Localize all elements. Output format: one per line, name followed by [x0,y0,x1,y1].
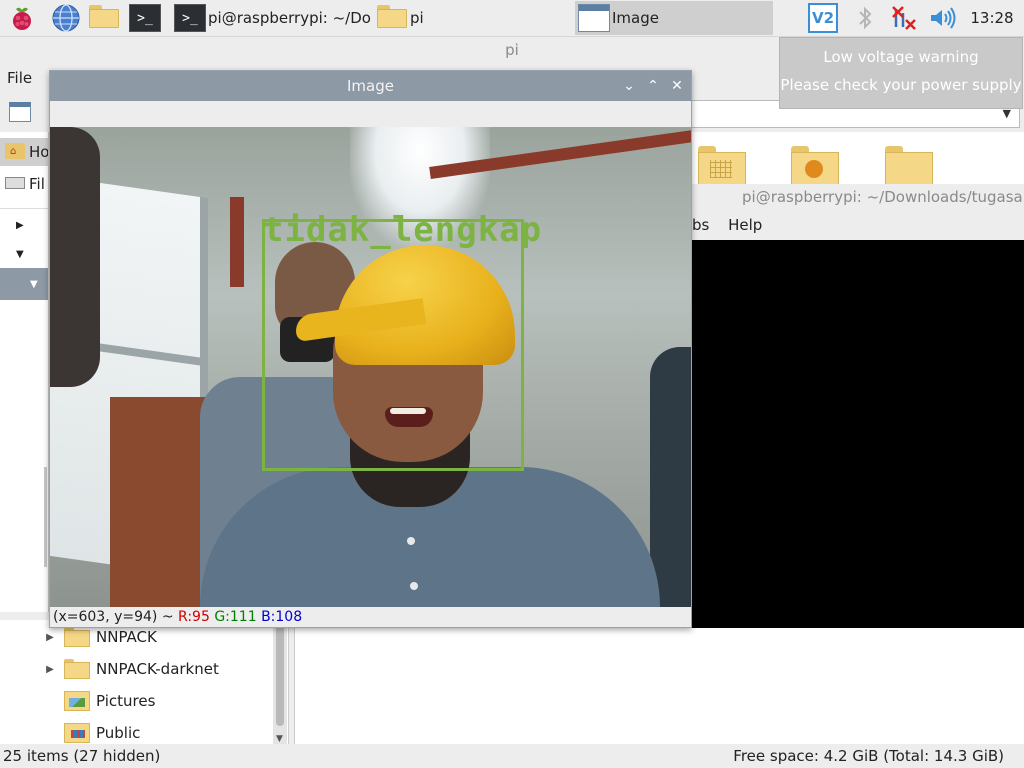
taskbar: >_ >_ pi@raspberrypi: ~/Do... pi Image V… [0,0,1024,37]
task-file-manager[interactable]: pi [376,1,572,35]
chevron-up-icon: ⌃ [647,78,659,94]
raspberry-menu-icon[interactable] [7,3,37,33]
vnc-tray-button[interactable]: V2 [805,1,841,35]
detection-bounding-box [262,219,524,471]
chevron-right-icon[interactable]: ▶ [16,220,24,231]
sidebar-item-label: Fil [29,175,45,193]
tree-item[interactable]: Pictures [0,686,272,716]
shirt-button [407,537,415,545]
terminal-title: pi@raspberrypi: ~/Downloads/tugasakh [692,184,1024,210]
chevron-right-icon[interactable]: ▶ [40,664,60,675]
menu-help[interactable]: Help [728,216,762,234]
sidebar-item-home[interactable]: ⌂ Ho [0,138,48,166]
image-status-bar: (x=603, y=94) ~ R:95 G:111 B:108 [53,609,302,625]
pixel-green-value: G:111 [214,609,257,625]
chevron-down-icon[interactable]: ▼ [276,734,283,744]
folder-icon [376,4,408,32]
chevron-right-icon[interactable]: ▶ [40,632,60,643]
terminal-icon: >_ [174,4,206,32]
image-window: Image ⌄ ⌃ ✕ tidak_lengkap (x=603, y=94) … [49,70,692,628]
public-folder-icon [64,723,90,743]
web-browser-icon[interactable] [51,3,81,33]
image-window-titlebar[interactable]: Image ⌄ ⌃ ✕ [50,71,691,101]
status-bar: 25 items (27 hidden) Free space: 4.2 GiB… [0,744,1024,768]
home-icon: ⌂ [5,143,25,159]
folder-icon[interactable] [885,146,933,184]
folder-icon[interactable] [791,146,839,184]
folder-icon[interactable] [698,146,746,184]
tree-item[interactable]: Public [0,718,272,744]
low-voltage-notification[interactable]: Low voltage warning Please check your po… [779,37,1023,109]
terminal-output[interactable] [692,240,1024,628]
red-pipe-vertical [230,197,244,287]
folder-icon [88,4,120,32]
sidebar-item-filesystem[interactable]: Fil [0,170,48,198]
directory-tree: ▶ NNPACK ▶ NNPACK-darknet Pictures Publi… [0,620,289,744]
drive-icon [5,177,25,189]
task-image-window[interactable]: Image [575,1,773,35]
places-sidebar: ⌂ Ho Fil ▶ ▼ ▼ [0,132,49,612]
tree-item-label: Pictures [96,692,156,710]
chevron-down-icon: ⌄ [623,78,635,94]
folder-icon [64,659,90,679]
close-button[interactable]: ✕ [668,77,686,95]
network-disconnected-icon[interactable] [889,3,919,33]
cursor-coordinates: (x=603, y=94) ~ [53,609,174,625]
close-icon: ✕ [671,78,683,94]
scrollbar-thumb[interactable] [276,624,284,726]
tree-item-label: NNPACK [96,628,157,646]
terminal-title-text: pi@raspberrypi: ~/Downloads/tugasakh [742,188,1024,206]
chevron-down-icon[interactable]: ▼ [30,279,38,290]
tree-row-selected[interactable]: ▼ [0,268,48,300]
terminal-launcher-button[interactable]: >_ [129,1,165,35]
chevron-down-icon[interactable]: ▼ [16,249,24,260]
tree-row[interactable]: ▶ [0,208,48,237]
menu-tabs[interactable]: bs [692,216,709,234]
camera-frame[interactable]: tidak_lengkap [50,127,691,607]
minimize-button[interactable]: ⌄ [620,77,638,95]
detection-label: tidak_lengkap [263,210,543,250]
person-right [650,347,691,607]
file-manager-icon[interactable] [88,1,124,35]
sidebar-item-label: Ho [29,143,48,161]
clock[interactable]: 13:28 [964,1,1020,35]
window-icon [578,4,610,32]
tree-item-label: Public [96,724,141,742]
pixel-blue-value: B:108 [261,609,303,625]
pictures-folder-icon [64,691,90,711]
pixel-red-value: R:95 [178,609,210,625]
new-window-icon[interactable] [9,102,31,122]
window-title: Image [347,77,394,95]
maximize-button[interactable]: ⌃ [644,77,662,95]
tree-item-label: NNPACK-darknet [96,660,219,678]
person-left [50,127,100,387]
free-space: Free space: 4.2 GiB (Total: 14.3 GiB) [733,747,1004,765]
terminal-icon: >_ [129,4,161,32]
tree-row[interactable]: ▼ [0,238,48,266]
volume-icon[interactable] [928,3,958,33]
terminal-menubar: bs Help [692,210,1024,240]
tree-item[interactable]: ▶ NNPACK-darknet [0,654,272,684]
file-list-area[interactable] [294,628,1024,744]
bluetooth-icon[interactable] [852,3,878,33]
item-count: 25 items (27 hidden) [3,747,161,765]
task-terminal[interactable]: >_ pi@raspberrypi: ~/Do... [174,1,372,35]
task-image-label: Image [612,9,659,27]
vnc-icon: V2 [808,3,838,33]
notification-message: Please check your power supply [780,76,1022,94]
file-icon-view [692,132,1024,184]
scrollbar[interactable] [44,467,47,567]
notification-title: Low voltage warning [823,48,979,66]
task-file-manager-label: pi [410,9,424,27]
shirt-button [410,582,418,590]
folder-icon [64,627,90,647]
tree-scrollbar[interactable]: ▼ [273,620,287,744]
task-terminal-label: pi@raspberrypi: ~/Do... [208,9,372,27]
